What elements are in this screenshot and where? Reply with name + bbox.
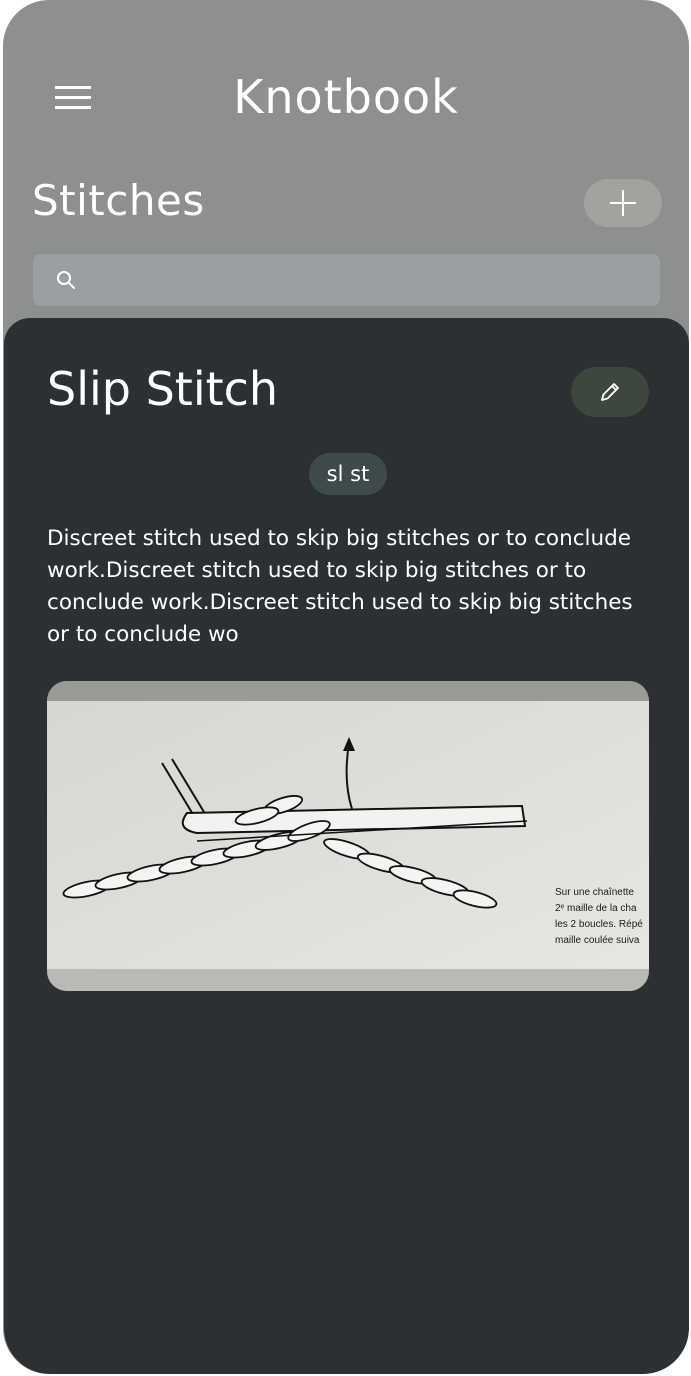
plus-icon <box>610 190 636 216</box>
stitch-description: Discreet stitch used to skip big stitche… <box>47 526 633 647</box>
search-input[interactable] <box>89 254 653 308</box>
diagram-caption-line: 2ᵉ maille de la cha <box>555 903 637 914</box>
section-title: Stitches <box>32 176 205 225</box>
diagram-caption-line: les 2 boucles. Répé <box>555 919 643 930</box>
edit-stitch-button[interactable] <box>571 367 649 417</box>
diagram-caption-line: Sur une chaînette <box>555 887 634 898</box>
app-title: Knotbook <box>233 70 459 124</box>
search-icon <box>57 271 75 289</box>
add-stitch-button[interactable] <box>584 179 662 227</box>
stitch-name: Slip Stitch <box>47 362 279 416</box>
search-bar <box>33 254 660 308</box>
diagram-caption: Sur une chaînette 2ᵉ maille de la cha le… <box>555 885 649 949</box>
stitch-diagram-image: Sur une chaînette 2ᵉ maille de la cha le… <box>47 681 649 991</box>
abbreviation-chip: sl st <box>309 453 387 495</box>
phone-screen: Knotbook Stitches Slip Stitch sl st Disc… <box>3 0 689 1374</box>
diagram-caption-line: maille coulée suiva <box>555 935 640 946</box>
stitch-detail-sheet: Slip Stitch sl st Discreet stitch used t… <box>4 318 689 1374</box>
pencil-icon <box>601 383 619 401</box>
